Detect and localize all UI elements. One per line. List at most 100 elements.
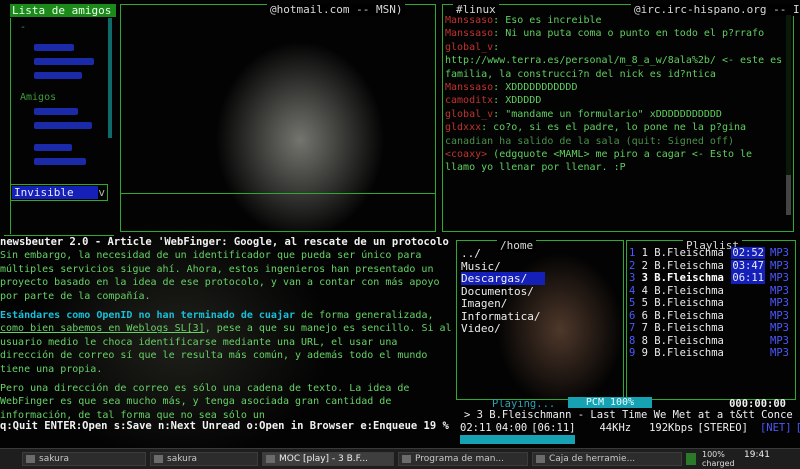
playlist-item[interactable]: 1 1 B.Fleischma 02:52 MP3 bbox=[629, 247, 791, 259]
taskbar-button[interactable]: Caja de herramie... bbox=[532, 452, 682, 466]
buddy-list-scrollbar[interactable] bbox=[108, 18, 112, 138]
irc-message: canadian ha salido de la sala (quit: Sig… bbox=[445, 135, 785, 148]
clock: 19:41 bbox=[744, 450, 770, 460]
playlist-item[interactable]: 6 6 B.Fleischma MP3 bbox=[629, 310, 791, 322]
playlist-item[interactable]: 8 8 B.Fleischma MP3 bbox=[629, 335, 791, 347]
irc-message: Manssaso: Ni una puta coma o punto en to… bbox=[445, 27, 785, 40]
buddy-group-header[interactable]: - bbox=[20, 22, 26, 33]
app-icon bbox=[536, 455, 545, 463]
playlist-item[interactable]: 9 9 B.Fleischma MP3 bbox=[629, 347, 791, 359]
playlist-item-duration: 06:11 bbox=[731, 272, 765, 284]
irc-message: camoditx: XDDDDD bbox=[445, 94, 785, 107]
volume-indicator[interactable]: PCM 100% bbox=[568, 397, 652, 408]
taskbar-button-label: Caja de herramie... bbox=[549, 454, 636, 464]
irc-nick[interactable]: Manssaso bbox=[445, 15, 493, 26]
taskbar: sakura sakura MOC [play] - 3 B.F... Program… bbox=[0, 448, 800, 469]
playlist-item-format: MP3 bbox=[770, 322, 789, 334]
time-total: [06:11] bbox=[531, 422, 576, 434]
playlist-item-title: 4 B.Fleischma bbox=[641, 284, 724, 297]
moc-directory-title: /home bbox=[497, 240, 537, 252]
battery-icon bbox=[686, 453, 696, 465]
playlist-item[interactable]: 2 2 B.Fleischma 03:47 MP3 bbox=[629, 259, 791, 272]
taskbar-button[interactable]: sakura bbox=[150, 452, 258, 466]
status-selector[interactable]: Invisible v bbox=[10, 184, 108, 201]
buddy-entry[interactable] bbox=[34, 44, 74, 51]
taskbar-button[interactable]: Programa de man... bbox=[398, 452, 528, 466]
battery-percent: 100% charged bbox=[702, 450, 735, 468]
directory-entry[interactable]: Imagen/ bbox=[461, 297, 507, 310]
irc-nick[interactable]: <coaxy> bbox=[445, 149, 487, 160]
irc-message-log: Manssaso: Eso es increible Manssaso: Ni u… bbox=[445, 14, 785, 175]
article-paragraph: Pero una dirección de correo es sólo una… bbox=[0, 383, 416, 421]
irc-message: Manssaso: XDDDDDDDDDDD bbox=[445, 81, 785, 94]
bitrate: 192Kbps bbox=[649, 422, 694, 434]
playback-progress-bar[interactable] bbox=[460, 435, 575, 444]
chevron-down-icon[interactable]: v bbox=[98, 186, 105, 199]
article-highlight: Estándares como OpenID no han terminado … bbox=[0, 310, 296, 322]
buddy-entry[interactable] bbox=[34, 72, 82, 79]
taskbar-button-label: MOC [play] - 3 B.F... bbox=[279, 454, 368, 464]
taskbar-button-label: sakura bbox=[167, 454, 198, 464]
playlist-item[interactable]: 3 3 B.Fleischma 06:11 MP3 bbox=[629, 272, 791, 284]
irc-message: global_v: bbox=[445, 41, 785, 54]
playlist-item-format: MP3 bbox=[770, 334, 789, 347]
playlist-item-number: 7 bbox=[629, 322, 642, 334]
playlist-item-format: MP3 bbox=[770, 347, 789, 359]
irc-nick[interactable]: global_v bbox=[445, 109, 493, 120]
directory-entry[interactable]: Documentos/ bbox=[461, 285, 534, 298]
article-link[interactable]: como bien sabemos en Weblogs SL[3] bbox=[0, 323, 205, 334]
irc-message-text: (edgquote <MAML> me piro a cagar <- Esto… bbox=[445, 149, 753, 174]
playlist-item-format: MP3 bbox=[770, 284, 789, 297]
irc-scrollbar[interactable] bbox=[786, 15, 791, 215]
buddy-entry[interactable] bbox=[34, 158, 86, 165]
article-text: de forma generalizada, bbox=[295, 310, 440, 322]
buddy-list-title: Lista de amigos bbox=[10, 4, 116, 17]
article-paragraph: Estándares como OpenID no han terminado … bbox=[0, 309, 452, 376]
app-icon bbox=[154, 455, 163, 463]
playlist-item-title: 1 B.Fleischma bbox=[641, 247, 724, 259]
msn-window-title: @hotmail.com -- MSN) bbox=[267, 4, 406, 16]
irc-message-text: : co?o, si es el padre, lo pone ne la p?… bbox=[481, 122, 747, 134]
directory-entry[interactable]: Descargas/ bbox=[461, 272, 545, 285]
buddy-entry[interactable] bbox=[34, 122, 92, 129]
irc-message: <coaxy> (edgquote <MAML> me piro a cagar… bbox=[445, 148, 785, 175]
sample-rate: 44KHz bbox=[599, 422, 632, 434]
taskbar-button[interactable]: MOC [play] - 3 B.F... bbox=[262, 452, 394, 466]
irc-message-text: http://www.terra.es/personal/m_8_a_w/8al… bbox=[445, 55, 783, 80]
taskbar-button[interactable]: sakura bbox=[22, 452, 146, 466]
irc-nick[interactable]: global_v bbox=[445, 42, 493, 53]
track-info-line: 02:11 04:00 [06:11] 44KHz 192Kbps [STEREO] [NE… bbox=[460, 422, 800, 434]
directory-entry[interactable]: Video/ bbox=[461, 322, 501, 335]
playlist-item-title: 3 B.Fleischma bbox=[641, 272, 724, 284]
playlist-item-number: 4 bbox=[629, 284, 642, 297]
irc-message-text: : Ni una puta coma o punto en todo el p?… bbox=[493, 28, 765, 40]
playlist-item-title: 7 B.Fleischma bbox=[641, 322, 724, 334]
now-playing-title: > 3 B.Fleischmann - Last Time We Met at … bbox=[464, 409, 793, 421]
playlist-item[interactable]: 7 7 B.Fleischma MP3 bbox=[629, 322, 791, 334]
app-icon bbox=[26, 455, 35, 463]
buddy-group-amigos[interactable]: Amigos bbox=[20, 92, 56, 103]
irc-message: http://www.terra.es/personal/m_8_a_w/8al… bbox=[445, 54, 785, 81]
directory-entry[interactable]: ../ bbox=[461, 247, 481, 260]
directory-entry[interactable]: Informatica/ bbox=[461, 310, 540, 323]
playlist-item-number: 6 bbox=[629, 309, 642, 322]
irc-nick[interactable]: Manssaso bbox=[445, 82, 493, 93]
irc-nick[interactable]: gldxxx bbox=[445, 122, 481, 133]
moc-status-area: Playing... PCM 100% 000:00:00 > 3 B.Flei… bbox=[456, 397, 800, 446]
irc-message-text: : XDDDDD bbox=[493, 95, 542, 107]
irc-message: global_v: "mandame un formulario" xDDDDD… bbox=[445, 108, 785, 121]
irc-nick[interactable]: Manssaso bbox=[445, 28, 493, 39]
irc-nick[interactable]: camoditx bbox=[445, 95, 493, 106]
app-icon bbox=[266, 455, 275, 463]
article-title-bar: newsbeuter 2.0 - Article 'WebFinger: Goo… bbox=[0, 236, 449, 248]
buddy-entry[interactable] bbox=[34, 58, 94, 65]
playlist-item-number: 1 bbox=[629, 247, 642, 259]
playlist-item[interactable]: 4 4 B.Fleischma MP3 bbox=[629, 285, 791, 297]
irc-message-text: : bbox=[493, 41, 500, 53]
buddy-entry[interactable] bbox=[34, 108, 78, 115]
playlist-item-format: MP3 bbox=[770, 247, 789, 259]
irc-message-text: : XDDDDDDDDDDD bbox=[493, 82, 578, 94]
playlist-item[interactable]: 5 5 B.Fleischma MP3 bbox=[629, 297, 791, 309]
buddy-entry[interactable] bbox=[34, 144, 72, 151]
directory-entry[interactable]: Music/ bbox=[461, 260, 501, 273]
